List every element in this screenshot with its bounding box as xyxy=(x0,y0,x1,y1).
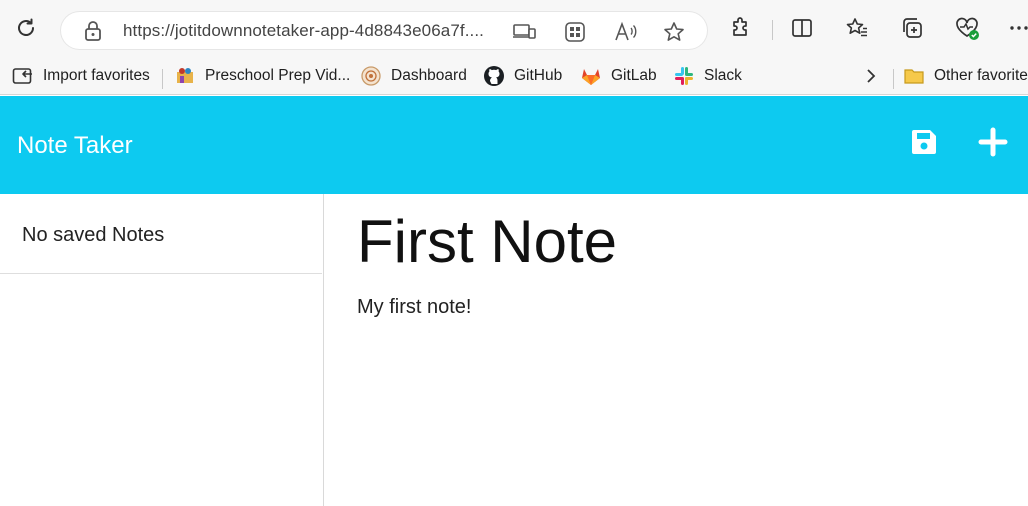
read-aloud-icon[interactable] xyxy=(614,21,638,48)
empty-notes-label: No saved Notes xyxy=(22,224,165,246)
app-title[interactable]: Note Taker xyxy=(17,132,133,160)
list-item: No saved Notes xyxy=(0,194,322,274)
url-text[interactable]: https://jotitdownnotetaker-app-4d8843e06… xyxy=(123,21,484,41)
bookmark-label: Dashboard xyxy=(391,67,467,84)
bookmark-label: Preschool Prep Vid... xyxy=(205,67,351,84)
bookmarks-bar: Import favorites Preschool Prep Vid... D… xyxy=(0,58,1028,95)
new-note-button[interactable] xyxy=(975,126,1011,162)
collections-icon[interactable] xyxy=(898,14,926,42)
split-screen-icon[interactable] xyxy=(788,14,816,42)
browser-toolbar: https://jotitdownnotetaker-app-4d8843e06… xyxy=(0,0,1028,58)
bookmark-preschool[interactable]: Preschool Prep Vid... xyxy=(174,62,350,90)
bookmark-import-favorites[interactable]: Import favorites xyxy=(12,62,150,90)
device-icon[interactable] xyxy=(512,21,536,46)
bookmark-slack[interactable]: Slack xyxy=(673,62,742,90)
save-icon xyxy=(909,127,939,162)
bookmark-label: Slack xyxy=(704,67,742,84)
bookmarks-overflow-button[interactable] xyxy=(860,62,891,90)
address-bar[interactable]: https://jotitdownnotetaker-app-4d8843e06… xyxy=(61,12,707,49)
import-icon xyxy=(12,65,34,87)
star-icon[interactable] xyxy=(663,21,685,48)
bookmark-other-favorites[interactable]: Other favorites xyxy=(903,62,1028,90)
toolbar-divider xyxy=(772,20,773,40)
browser-essentials-icon[interactable] xyxy=(953,14,981,42)
apps-icon[interactable] xyxy=(564,21,586,48)
note-body-textarea[interactable]: My first note! xyxy=(357,296,471,319)
note-title-input[interactable]: First Note xyxy=(357,212,617,272)
plus-icon xyxy=(978,127,1008,162)
bookmarks-divider xyxy=(893,69,894,89)
refresh-icon[interactable] xyxy=(12,14,40,42)
bookmark-label: Other favorites xyxy=(934,67,1028,84)
chevron-right-icon xyxy=(860,65,882,87)
folder-icon xyxy=(903,65,925,87)
gitlab-icon xyxy=(580,65,602,87)
app-header: Note Taker xyxy=(0,96,1028,194)
slack-icon xyxy=(673,65,695,87)
bookmark-label: GitLab xyxy=(611,67,657,84)
notes-sidebar: No saved Notes xyxy=(0,194,324,506)
bookmark-gitlab[interactable]: GitLab xyxy=(580,62,657,90)
save-note-button[interactable] xyxy=(906,126,942,162)
dashboard-icon xyxy=(360,65,382,87)
bookmark-dashboard[interactable]: Dashboard xyxy=(360,62,467,90)
favorites-icon[interactable] xyxy=(843,14,871,42)
preschool-icon xyxy=(174,65,196,87)
bookmark-github[interactable]: GitHub xyxy=(483,62,562,90)
bookmarks-divider xyxy=(162,69,163,89)
bookmark-label: GitHub xyxy=(514,67,563,84)
more-icon[interactable] xyxy=(1005,14,1028,42)
github-icon xyxy=(483,65,505,87)
lock-icon[interactable] xyxy=(83,20,103,47)
bookmark-label: Import favorites xyxy=(43,67,150,84)
puzzle-icon[interactable] xyxy=(727,14,755,42)
